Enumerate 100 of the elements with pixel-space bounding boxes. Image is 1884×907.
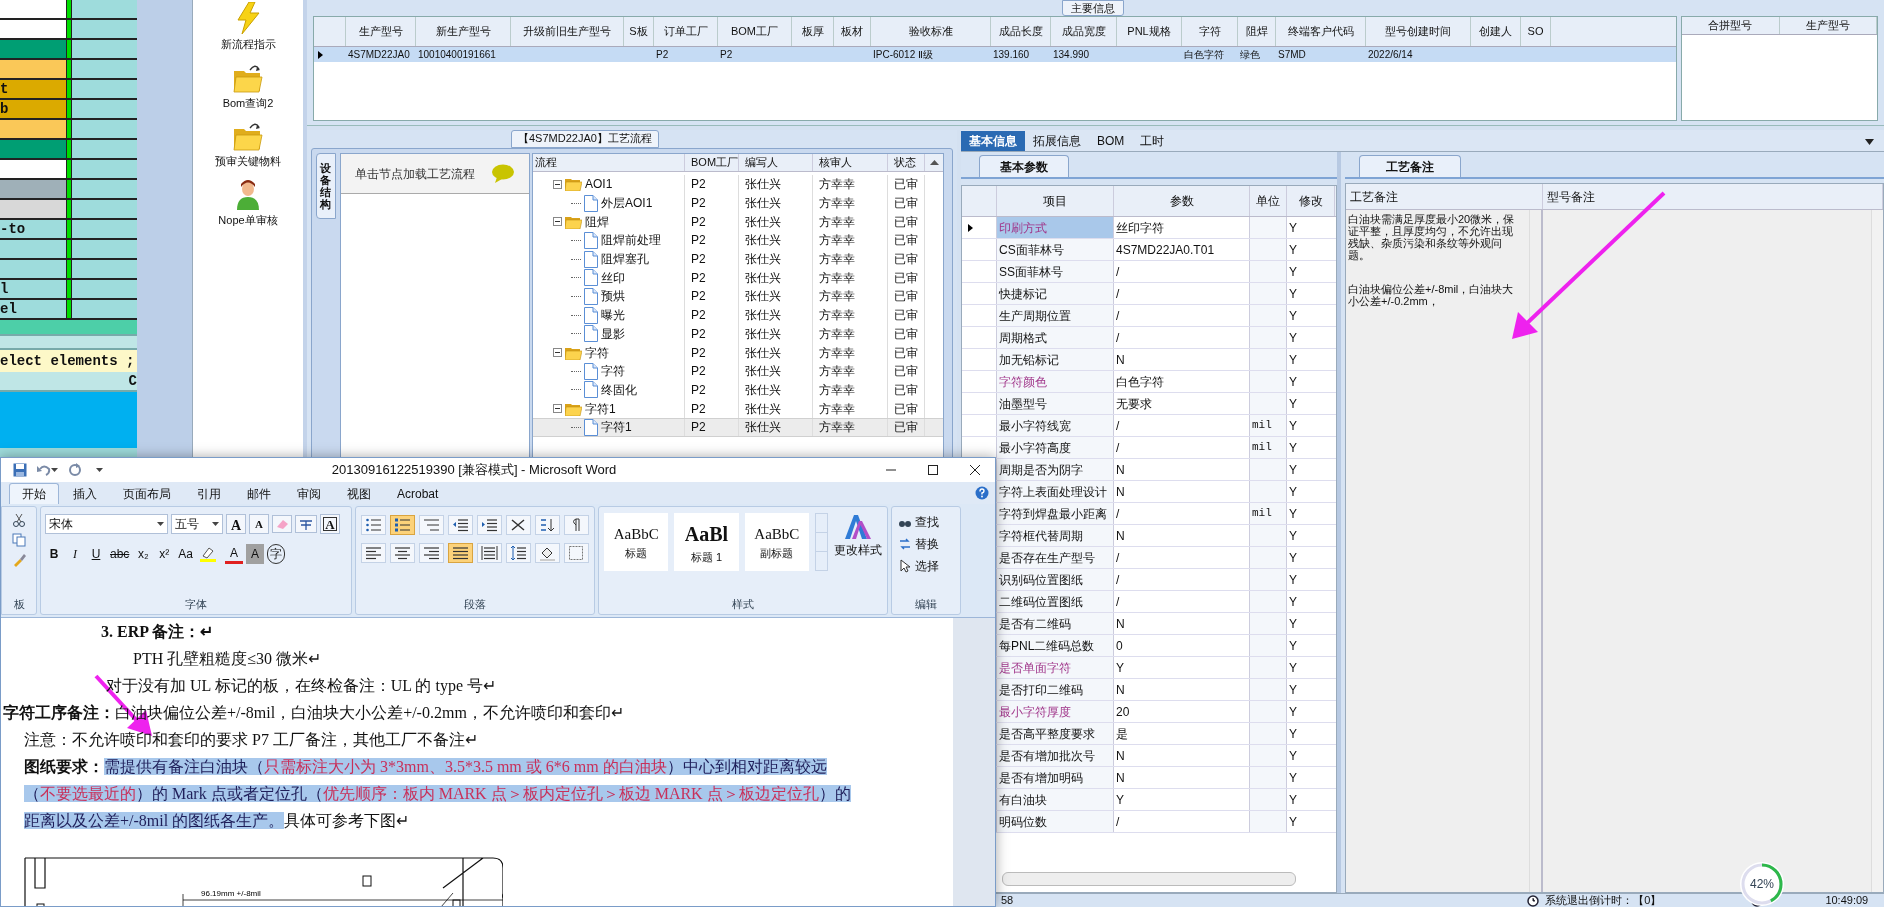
table-cell[interactable]: 最小字符线宽 <box>997 415 1114 436</box>
tree-node-label[interactable]: 丝印 <box>601 268 625 287</box>
close-icon[interactable] <box>969 464 981 476</box>
tree-row[interactable]: 外层AOI1 P2 张仕兴 方幸幸 已审 <box>533 193 943 213</box>
style-swatch[interactable]: AaBl 标题 1 <box>674 513 739 571</box>
column-header[interactable]: 字符 <box>1182 17 1238 46</box>
table-cell[interactable]: 字符到焊盘最小距离 <box>997 503 1114 524</box>
caret-icon[interactable] <box>212 522 219 526</box>
tree-node-label[interactable]: 曝光 <box>601 306 625 325</box>
customize-icon[interactable] <box>96 468 103 472</box>
tab[interactable]: 基本参数 <box>979 155 1069 177</box>
column-header[interactable]: 型号备注 <box>1543 184 1883 209</box>
ribbon-tab[interactable]: 邮件 <box>235 483 283 504</box>
tree-node-label[interactable]: 阻焊 <box>585 212 609 231</box>
column-header[interactable]: BOM工厂 <box>685 154 739 171</box>
tree-row[interactable]: 终固化 P2 张仕兴 方幸幸 已审 <box>533 380 943 400</box>
format-button[interactable]: U <box>87 544 105 564</box>
column-header[interactable]: 新生产型号 <box>416 17 511 46</box>
column-header[interactable]: SO <box>1521 17 1551 46</box>
font-size-field[interactable]: 五号 <box>171 514 223 534</box>
toolbar-label[interactable]: 预审关键物料 <box>215 153 281 170</box>
table-cell[interactable]: 是否有二维码 <box>997 613 1114 634</box>
tree-row[interactable]: 阻焊 P2 张仕兴 方幸幸 已审 <box>533 212 943 232</box>
format-button[interactable]: x² <box>155 544 174 564</box>
edit-button[interactable]: 选择 <box>898 557 960 575</box>
save-icon[interactable] <box>13 463 27 477</box>
font-button[interactable]: A <box>226 514 246 534</box>
tree-row[interactable]: AOI1 P2 张仕兴 方幸幸 已审 <box>533 175 943 194</box>
scissors-icon[interactable] <box>12 513 26 527</box>
tree-node-label[interactable]: 阻焊前处理 <box>601 231 661 250</box>
dropdown-icon[interactable] <box>1865 139 1874 145</box>
ribbon-tab[interactable]: 引用 <box>185 483 233 504</box>
table-cell[interactable]: 周期是否为阴字 <box>997 459 1114 480</box>
column-header[interactable]: 板材 <box>834 17 871 46</box>
table-cell[interactable]: 是否打印二维码 <box>997 679 1114 700</box>
column-header[interactable]: 成品长度 <box>991 17 1051 46</box>
paragraph-tool[interactable] <box>535 543 560 563</box>
column-header[interactable]: S板 <box>624 17 654 46</box>
column-header[interactable]: 项目 <box>997 186 1114 216</box>
column-header[interactable]: 生产型号 <box>346 17 416 46</box>
collapse-icon[interactable] <box>553 217 562 227</box>
format-button[interactable]: Aa <box>176 544 196 564</box>
column-header[interactable]: 参数 <box>1114 186 1250 216</box>
column-header[interactable]: 工艺备注 <box>1346 184 1543 209</box>
table-cell[interactable]: 油墨型号 <box>997 393 1114 414</box>
table-cell[interactable]: 是否高平整度要求 <box>997 723 1114 744</box>
tree-row[interactable]: 预烘 P2 张仕兴 方幸幸 已审 <box>533 287 943 306</box>
tree-node-label[interactable]: 预烘 <box>601 287 625 306</box>
help-icon[interactable] <box>975 486 989 500</box>
ribbon-tab[interactable]: 开始 <box>9 483 59 504</box>
column-header[interactable]: 单位 <box>1250 186 1287 216</box>
tree-row[interactable]: 字符1 P2 张仕兴 方幸幸 已审 <box>533 399 943 418</box>
collapse-icon[interactable] <box>553 348 562 358</box>
table-cell[interactable]: 是否存在生产型号 <box>997 547 1114 568</box>
format-button[interactable]: I <box>66 544 84 564</box>
column-header[interactable]: 生产型号 <box>1779 17 1877 34</box>
toolbar-label[interactable]: 新流程指示 <box>220 36 276 53</box>
tree-node-label[interactable]: 字符1 <box>585 399 616 418</box>
table-cell[interactable]: 有白油块 <box>997 789 1114 810</box>
edit-button[interactable]: 查找 <box>898 513 960 531</box>
table-cell[interactable]: 是否有增加明码 <box>997 767 1114 788</box>
column-header[interactable]: 阻焊 <box>1238 17 1276 46</box>
tree-row[interactable]: 阻焊前处理 P2 张仕兴 方幸幸 已审 <box>533 231 943 250</box>
format-button[interactable]: B <box>45 544 63 564</box>
phonetic-guide-icon[interactable] <box>295 515 317 533</box>
tree-row[interactable]: 丝印 P2 张仕兴 方幸幸 已审 <box>533 268 943 288</box>
maximize-icon[interactable] <box>927 464 939 476</box>
tab[interactable]: 拓展信息 <box>1025 131 1089 151</box>
table-cell[interactable]: 加无铅标记 <box>997 349 1114 370</box>
collapse-icon[interactable] <box>553 179 562 189</box>
tab[interactable]: 工艺备注 <box>1359 155 1461 177</box>
collapse-icon[interactable] <box>553 404 562 414</box>
format-button[interactable]: abc <box>108 544 132 564</box>
style-swatch[interactable]: AaBbC 标题 <box>604 513 669 571</box>
toolbar-label[interactable]: Bom查询2 <box>222 94 274 111</box>
column-header[interactable]: 终端客户代码 <box>1276 17 1366 46</box>
table-cell[interactable]: SS面菲林号 <box>997 261 1114 282</box>
column-header[interactable]: 修改 <box>1287 186 1335 216</box>
style-swatch[interactable]: AaBbC 副标题 <box>744 513 809 571</box>
paragraph-tool[interactable] <box>477 515 502 535</box>
tree-row[interactable]: 显影 P2 张仕兴 方幸幸 已审 <box>533 324 943 344</box>
tree-node-label[interactable]: 终固化 <box>601 380 637 399</box>
caret-icon[interactable] <box>51 468 58 472</box>
edit-button[interactable]: 替换 <box>898 535 960 553</box>
caret-icon[interactable] <box>157 522 164 526</box>
column-header[interactable]: 核审人 <box>813 154 888 171</box>
tab[interactable]: BOM <box>1089 131 1133 151</box>
ribbon-tab[interactable]: 审阅 <box>285 483 333 504</box>
column-header[interactable]: BOM工厂 <box>718 17 792 46</box>
paragraph-tool[interactable] <box>448 543 473 563</box>
table-cell[interactable]: 字符框代替周期 <box>997 525 1114 546</box>
column-header[interactable]: 板厚 <box>792 17 834 46</box>
table-cell[interactable]: 最小字符厚度 <box>997 701 1114 722</box>
folder-icon[interactable] <box>233 121 263 151</box>
ribbon-tab[interactable]: 视图 <box>335 483 383 504</box>
table-cell[interactable]: 最小字符高度 <box>997 437 1114 458</box>
tree-node-label[interactable]: AOI1 <box>585 175 613 194</box>
table-cell[interactable]: 识别码位置图纸 <box>997 569 1114 590</box>
format-button[interactable]: x₂ <box>134 544 153 564</box>
tree-row[interactable]: 字符 P2 张仕兴 方幸幸 已审 <box>533 361 943 381</box>
